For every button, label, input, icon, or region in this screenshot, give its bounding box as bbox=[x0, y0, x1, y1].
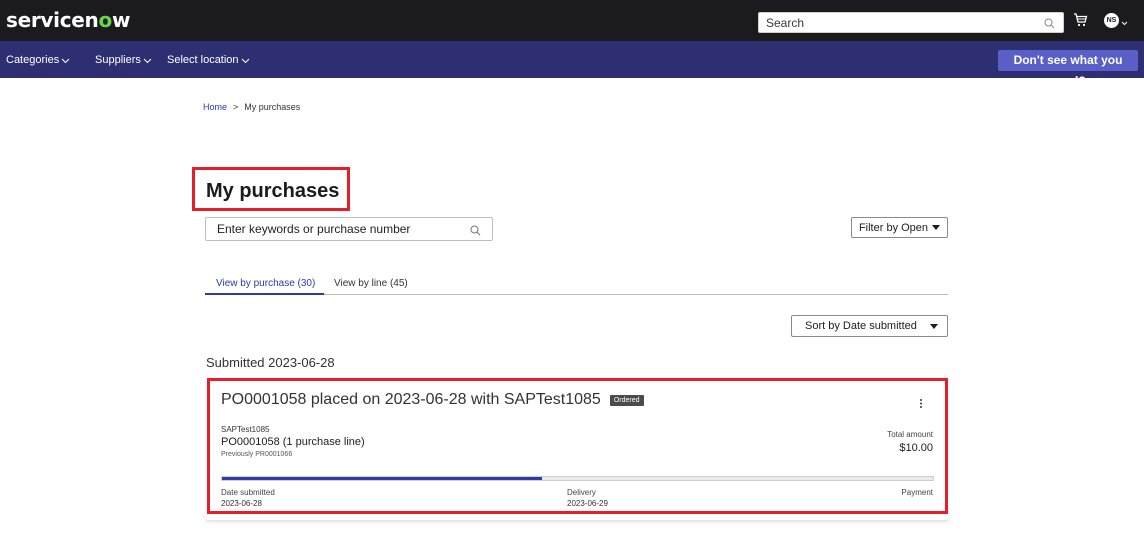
servicenow-logo[interactable]: servicenow bbox=[6, 8, 130, 32]
caret-down-icon bbox=[930, 324, 938, 329]
logo-text-prefix: servicen bbox=[6, 8, 99, 32]
purchase-order-line: PO0001058 (1 purchase line) bbox=[221, 436, 365, 448]
nav-suppliers[interactable]: Suppliers bbox=[95, 54, 152, 66]
purchase-title-text[interactable]: PO0001058 placed on 2023-06-28 with SAPT… bbox=[221, 391, 601, 409]
dont-see-what-you-need-button[interactable]: Don't see what you need? bbox=[998, 50, 1138, 88]
breadcrumb: Home > My purchases bbox=[203, 102, 300, 112]
tab-view-by-line[interactable]: View by line (45) bbox=[334, 278, 408, 289]
group-heading: Submitted 2023-06-28 bbox=[206, 355, 335, 370]
filter-button[interactable]: Filter by Open bbox=[851, 217, 948, 238]
status-badge: Ordered bbox=[609, 394, 644, 406]
filter-label: Filter by Open bbox=[858, 221, 929, 234]
cart-icon[interactable] bbox=[1073, 13, 1088, 32]
supplier-name: SAPTest1085 bbox=[221, 425, 270, 434]
total-amount-value: $10.00 bbox=[899, 442, 933, 454]
step-date-submitted-label: Date submitted bbox=[221, 488, 275, 497]
nav-select-location-label: Select location bbox=[167, 54, 239, 66]
breadcrumb-current: My purchases bbox=[244, 102, 301, 112]
nav-categories[interactable]: Categories bbox=[6, 54, 70, 66]
sort-dropdown[interactable]: Sort by Date submitted bbox=[791, 315, 948, 337]
step-payment-label: Payment bbox=[901, 488, 933, 497]
caret-down-icon bbox=[932, 225, 941, 230]
step-delivery-date: 2023-06-29 bbox=[567, 499, 608, 508]
breadcrumb-separator: > bbox=[233, 102, 239, 112]
purchase-card[interactable]: PO0001058 placed on 2023-06-28 with SAPT… bbox=[207, 378, 948, 514]
logo-text-suffix: w bbox=[111, 8, 131, 32]
user-avatar[interactable]: NS bbox=[1104, 13, 1119, 28]
global-search bbox=[758, 12, 1064, 33]
nav-bar: Categories Suppliers Select location bbox=[0, 41, 1144, 78]
search-icon[interactable] bbox=[1044, 16, 1055, 34]
breadcrumb-home[interactable]: Home bbox=[203, 102, 227, 112]
nav-suppliers-label: Suppliers bbox=[95, 54, 141, 66]
page-title: My purchases bbox=[206, 180, 340, 202]
total-amount-label: Total amount bbox=[887, 430, 933, 439]
nav-categories-label: Categories bbox=[6, 54, 60, 66]
top-bar: servicenow NS bbox=[0, 0, 1144, 41]
tab-view-by-purchase[interactable]: View by purchase (30) bbox=[216, 278, 315, 289]
step-delivery-label: Delivery bbox=[567, 488, 596, 497]
logo-text-o: o bbox=[98, 8, 112, 32]
active-tab-indicator bbox=[205, 293, 324, 295]
view-tabs: View by purchase (30) View by line (45) bbox=[205, 276, 948, 295]
purchase-search bbox=[205, 217, 493, 241]
sort-label: Sort by Date submitted bbox=[805, 320, 917, 332]
more-options-icon[interactable] bbox=[919, 396, 923, 414]
nav-select-location[interactable]: Select location bbox=[167, 54, 250, 66]
search-icon[interactable] bbox=[470, 223, 481, 241]
purchase-search-input[interactable] bbox=[206, 218, 461, 240]
chevron-down-icon bbox=[241, 58, 249, 63]
chevron-down-icon[interactable] bbox=[1121, 14, 1128, 32]
chevron-down-icon bbox=[143, 58, 152, 63]
global-search-input[interactable] bbox=[759, 13, 1029, 32]
progress-fill bbox=[222, 477, 542, 480]
purchase-progress-bar bbox=[221, 476, 934, 481]
purchase-card-title: PO0001058 placed on 2023-06-28 with SAPT… bbox=[221, 391, 644, 409]
chevron-down-icon bbox=[61, 58, 70, 63]
step-date-submitted-date: 2023-06-28 bbox=[221, 499, 262, 508]
previous-request: Previously PR0001066 bbox=[221, 451, 293, 458]
